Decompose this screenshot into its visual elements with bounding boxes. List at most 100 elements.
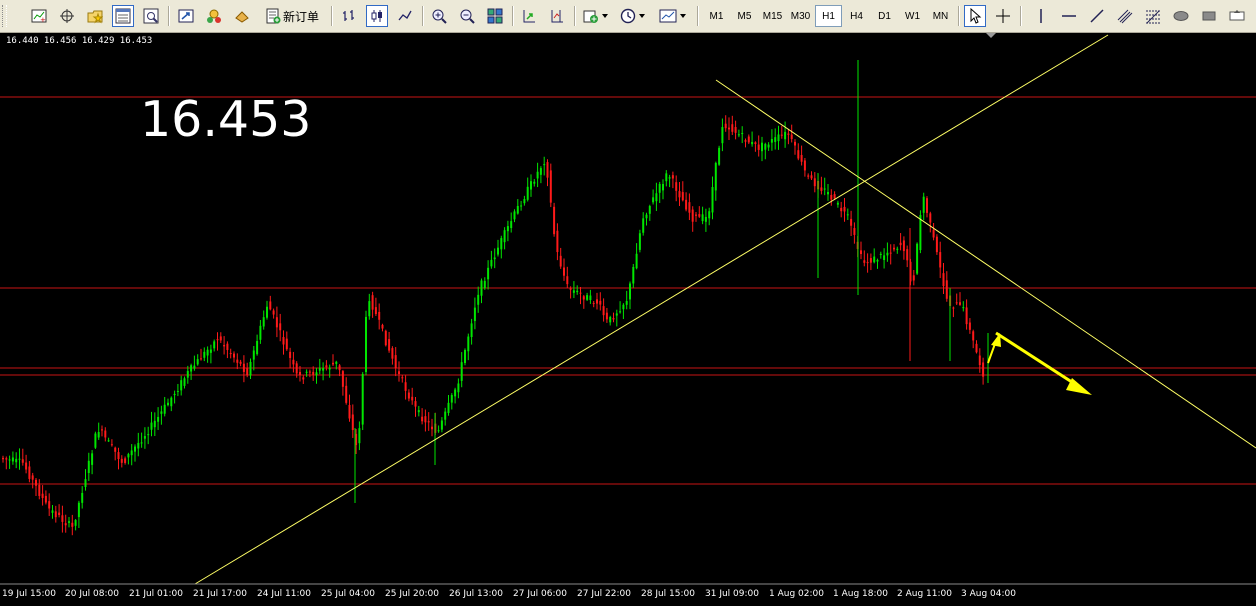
indicators-dropdown[interactable] [580,5,610,27]
ellipse-icon[interactable] [1170,5,1192,27]
candle-body [813,178,816,187]
candle-body [767,144,770,148]
timeframe-m5[interactable]: M5 [731,5,758,27]
timeframe-h4[interactable]: H4 [843,5,870,27]
candle-body [289,351,292,358]
candle-body [754,142,757,145]
equidistant-channel-icon[interactable] [1114,5,1136,27]
text-label-icon[interactable] [1226,5,1248,27]
market-watch-icon[interactable] [112,5,134,27]
candle-body [371,295,374,310]
candle-body [592,302,595,304]
candle-body [335,361,338,364]
candlestick-chart-icon[interactable] [366,5,388,27]
line-chart-icon[interactable] [394,5,416,27]
crosshair-icon[interactable] [992,5,1014,27]
timeframe-w1[interactable]: W1 [899,5,926,27]
candle-body [721,127,724,144]
candle-body [341,371,344,387]
chart-shift-icon[interactable] [546,5,568,27]
zoom-out-icon[interactable] [456,5,478,27]
toolbar-separator [958,6,960,26]
expert-advisors-icon[interactable] [203,5,225,27]
candle-body [612,318,615,320]
candle-body [147,434,150,436]
templates-dropdown[interactable] [654,5,690,27]
candle-body [444,411,447,420]
candle-body [582,296,585,300]
time-axis-label: 25 Jul 04:00 [321,589,375,599]
candle-body [543,164,546,166]
candle-body [764,143,767,150]
candle-body [285,338,288,350]
candle-body [780,134,783,136]
candle-body [54,511,57,518]
crosshair-profile-icon[interactable] [56,5,78,27]
svg-text:+: + [40,16,46,24]
timeframe-m1[interactable]: M1 [703,5,730,27]
candle-body [797,150,800,159]
navigator-icon[interactable] [175,5,197,27]
candle-body [929,213,932,223]
periods-dropdown[interactable] [616,5,648,27]
new-order-button[interactable]: 新订单 [259,5,325,27]
new-chart-icon[interactable]: + [28,5,50,27]
horizontal-line-icon[interactable] [1058,5,1080,27]
toolbar-grip[interactable] [2,5,7,27]
candle-body [487,267,490,280]
candle-body [110,444,113,446]
zoom-in-icon[interactable] [428,5,450,27]
candle-body [708,211,711,219]
candle-body [790,134,793,140]
candle-body [579,292,582,294]
tile-windows-icon[interactable] [484,5,506,27]
fibonacci-icon[interactable] [1142,5,1164,27]
toolbar-separator [512,6,514,26]
candle-body [101,429,103,431]
candle-body [401,377,404,379]
candle-body [503,230,506,243]
candle-body [127,454,130,458]
timeframe-m15[interactable]: M15 [759,5,786,27]
candle-body [883,255,886,261]
candle-body [602,306,605,316]
timeframe-mn[interactable]: MN [927,5,954,27]
candle-body [576,290,579,293]
candle-body [836,202,839,205]
candle-body [404,382,407,391]
candle-body [605,312,608,320]
timeframe-h1[interactable]: H1 [815,5,842,27]
candle-body [209,349,212,353]
timeframe-d1[interactable]: D1 [871,5,898,27]
candle-body [916,243,919,274]
candle-body [599,300,602,305]
candle-body [526,186,529,200]
candle-body [107,440,110,442]
candle-body [539,168,542,175]
vertical-line-icon[interactable] [1030,5,1052,27]
candle-body [572,290,575,293]
candle-body [784,131,787,140]
rising-trendline [194,34,1109,585]
ohlc-readout: 16.440 16.456 16.429 16.453 [6,36,153,46]
folder-star-icon[interactable] [84,5,106,27]
toolbar-separator [422,6,424,26]
toolbar-separator [168,6,170,26]
candle-body [51,510,54,513]
candle-body [678,191,681,198]
candle-body [368,301,371,317]
time-axis-label: 1 Aug 18:00 [833,589,888,599]
rectangle-icon[interactable] [1198,5,1220,27]
bar-chart-icon[interactable] [338,5,360,27]
trendline-icon[interactable] [1086,5,1108,27]
cursor-arrow-icon[interactable] [964,5,986,27]
chart-shift-marker[interactable] [986,33,996,38]
candle-body [467,336,470,352]
candle-body [615,313,618,316]
price-chart[interactable]: 16.440 16.456 16.429 16.453 16.453 19 Ju… [0,33,1256,606]
auto-scroll-icon[interactable] [518,5,540,27]
timeframe-m30[interactable]: M30 [787,5,814,27]
terminal-icon[interactable] [231,5,253,27]
data-window-icon[interactable] [140,5,162,27]
candle-body [737,134,740,136]
